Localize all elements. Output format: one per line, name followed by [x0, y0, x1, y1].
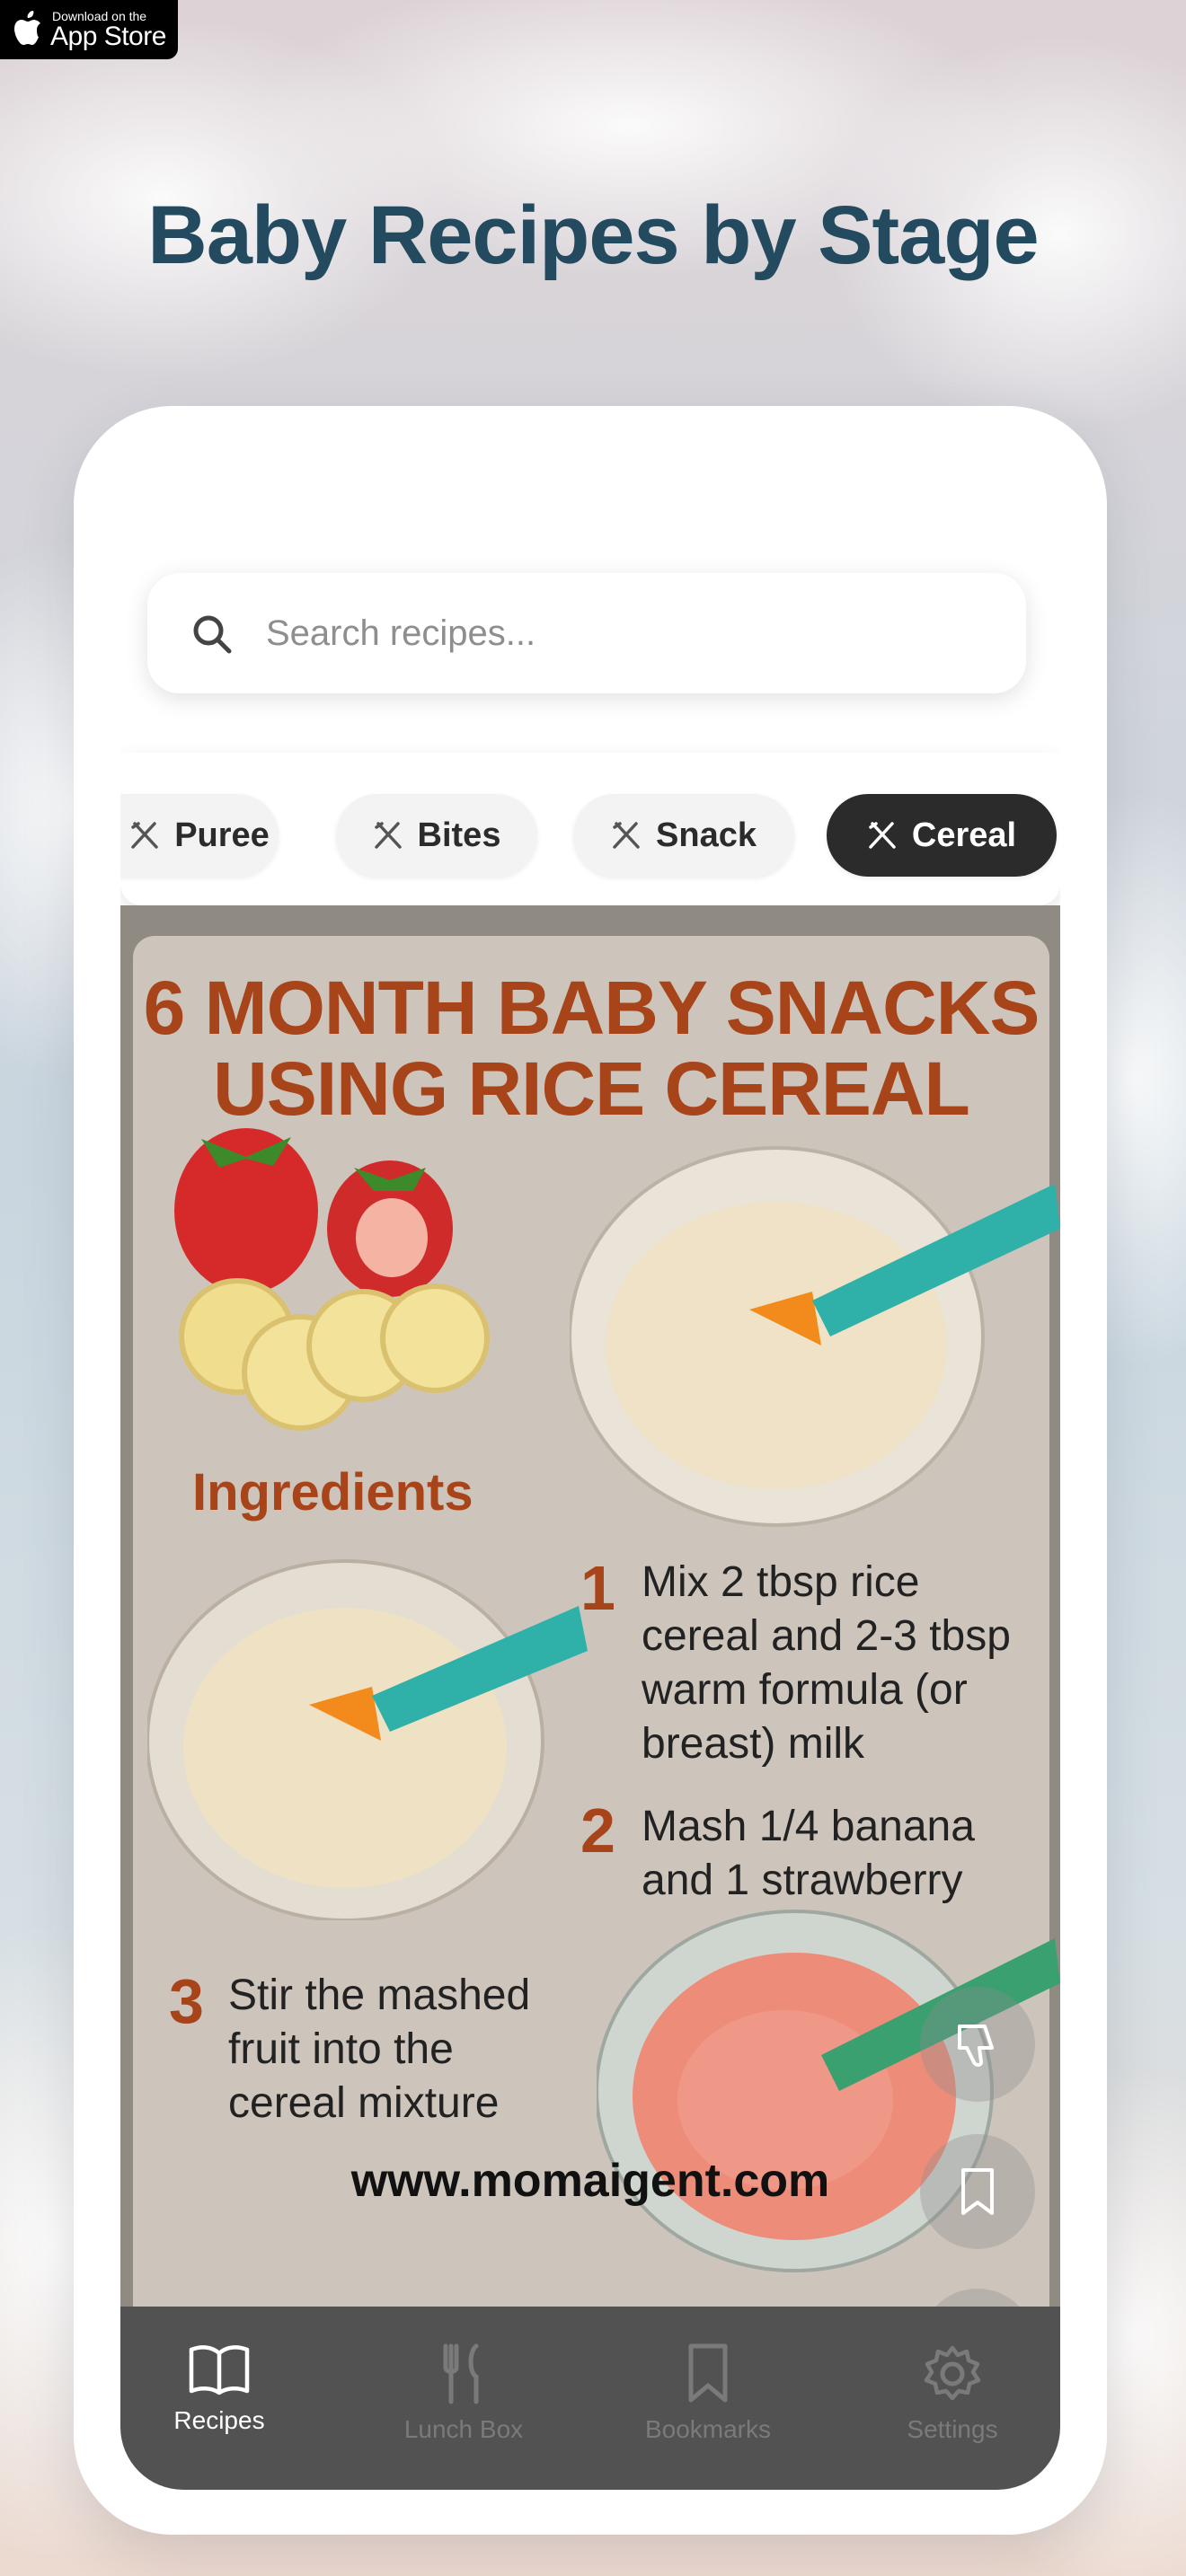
strawberry-image: [174, 1128, 490, 1431]
tab-label: Bookmarks: [644, 2415, 772, 2443]
ingredients-heading: Ingredients: [192, 1463, 474, 1522]
recipe-title-line1: 6 MONTH BABY SNACKS: [143, 966, 1040, 1050]
step-1-text: Mix 2 tbsp rice cereal and 2-3 tbsp warm…: [642, 1556, 1011, 1771]
step-1-line: breast) milk: [642, 1720, 865, 1768]
step-1-line: Mix 2 tbsp rice: [642, 1558, 920, 1606]
chip-bites[interactable]: Bites: [336, 794, 537, 877]
badge-line2: App Store: [50, 22, 166, 51]
search-bar[interactable]: [147, 573, 1026, 693]
utensils-icon: [131, 822, 158, 849]
apple-icon: [14, 11, 40, 45]
website-text: www.momaigent.com: [350, 2155, 830, 2207]
bookmark-icon: [961, 2168, 994, 2215]
chip-cereal[interactable]: Cereal: [827, 794, 1057, 877]
tab-settings[interactable]: Settings: [854, 2342, 1051, 2444]
tab-label: Settings: [907, 2415, 998, 2443]
utensils-icon: [374, 822, 402, 849]
book-icon: [189, 2345, 250, 2395]
bookmark-button[interactable]: [920, 2134, 1035, 2249]
chip-label: Snack: [656, 816, 757, 854]
step-3-line: cereal mixture: [228, 2079, 500, 2127]
tab-recipes[interactable]: Recipes: [120, 2342, 318, 2435]
chip-label: Puree: [174, 816, 270, 854]
chip-puree[interactable]: Puree: [120, 794, 279, 877]
dislike-button[interactable]: [920, 1987, 1035, 2102]
page-headline: Baby Recipes by Stage: [147, 190, 1039, 281]
bottom-tab-bar: Recipes Lunch Box Bookmarks Settings: [120, 2307, 1060, 2490]
recipe-card[interactable]: 6 MONTH BABY SNACKS USING RICE CEREAL In…: [120, 905, 1060, 2396]
chip-snack[interactable]: Snack: [573, 794, 794, 877]
thumbs-down-icon: [958, 2025, 994, 2067]
step-2-number: 2: [580, 1795, 615, 1866]
app-store-badge[interactable]: Download on the App Store: [0, 0, 178, 59]
step-3-number: 3: [169, 1966, 204, 2036]
chip-label: Bites: [417, 816, 501, 854]
search-icon: [193, 615, 232, 654]
chip-label: Cereal: [911, 816, 1017, 854]
tab-bookmarks[interactable]: Bookmarks: [609, 2342, 807, 2444]
step-2-text: Mash 1/4 banana and 1 strawberry: [642, 1800, 975, 1908]
utensils-icon: [613, 822, 640, 849]
step-2-line: Mash 1/4 banana: [642, 1803, 975, 1850]
step-3-text: Stir the mashed fruit into the cereal mi…: [228, 1969, 530, 2130]
step-3-line: fruit into the: [228, 2025, 454, 2073]
dynamic-island: [417, 458, 767, 521]
app-screen: Puree Bites Snack Cereal 6 MONTH BABY SN…: [120, 458, 1060, 2490]
step-1-line: warm formula (or: [642, 1666, 968, 1714]
gear-icon: [924, 2345, 981, 2401]
tab-label: Recipes: [173, 2406, 265, 2434]
step-1-number: 1: [580, 1553, 615, 1623]
cereal-bowl-middle-image: [147, 1559, 588, 1920]
tab-lunch-box[interactable]: Lunch Box: [365, 2342, 562, 2444]
step-1-line: cereal and 2-3 tbsp: [642, 1612, 1011, 1660]
phone-frame: Puree Bites Snack Cereal 6 MONTH BABY SN…: [74, 406, 1107, 2535]
search-input[interactable]: [264, 596, 987, 670]
bookmark-icon: [688, 2343, 728, 2403]
utensils-icon: [869, 822, 896, 849]
cereal-bowl-top-image: [570, 1146, 1060, 1527]
category-filter-bar: Puree Bites Snack Cereal: [120, 753, 1060, 905]
step-3-line: Stir the mashed: [228, 1972, 531, 2019]
fork-knife-icon: [443, 2343, 479, 2404]
tab-label: Lunch Box: [403, 2415, 524, 2443]
